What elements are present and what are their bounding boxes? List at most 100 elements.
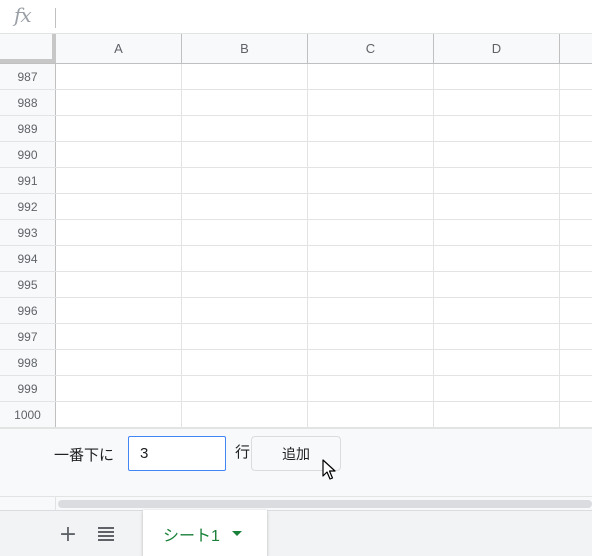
grid-cell[interactable] [560,142,592,167]
grid-cell[interactable] [308,220,434,245]
grid-cell[interactable] [182,402,308,427]
grid-cell[interactable] [182,272,308,297]
grid-cell[interactable] [308,168,434,193]
grid-cell[interactable] [182,142,308,167]
grid-cell[interactable] [308,350,434,375]
grid-cell[interactable] [308,64,434,89]
grid-cell[interactable] [308,298,434,323]
grid-cell[interactable] [434,168,560,193]
grid-cell[interactable] [560,402,592,427]
caret-down-icon[interactable] [231,531,242,536]
formula-input[interactable] [62,6,582,28]
grid-cell[interactable] [56,116,182,141]
column-header-b[interactable]: B [182,34,308,63]
list-icon[interactable] [96,524,116,544]
grid-cell[interactable] [434,402,560,427]
grid-cell[interactable] [560,90,592,115]
grid-cell[interactable] [560,116,592,141]
row-header[interactable]: 995 [0,272,56,297]
row-header[interactable]: 998 [0,350,56,375]
grid-cell[interactable] [56,402,182,427]
grid-cell[interactable] [182,64,308,89]
grid-cell[interactable] [434,116,560,141]
row-header[interactable]: 999 [0,376,56,401]
grid-cell[interactable] [560,298,592,323]
grid-cell[interactable] [182,246,308,271]
grid-cell[interactable] [560,350,592,375]
grid-cell[interactable] [182,194,308,219]
grid-cell[interactable] [308,142,434,167]
grid-cell[interactable] [560,220,592,245]
grid-cell[interactable] [56,64,182,89]
grid-cell[interactable] [434,246,560,271]
grid-cell[interactable] [56,246,182,271]
grid-cell[interactable] [182,116,308,141]
grid-cell[interactable] [56,376,182,401]
grid-cell[interactable] [182,168,308,193]
grid-cell[interactable] [56,324,182,349]
row-header[interactable]: 992 [0,194,56,219]
grid-cell[interactable] [56,220,182,245]
sheet-tab-active[interactable]: シート1 [143,510,267,556]
grid-cell[interactable] [434,376,560,401]
grid-cell[interactable] [56,168,182,193]
grid-cell[interactable] [434,220,560,245]
row-header[interactable]: 990 [0,142,56,167]
grid-cell[interactable] [434,142,560,167]
scrollbar-thumb[interactable] [58,500,592,508]
grid-cell[interactable] [560,246,592,271]
grid-cell[interactable] [56,142,182,167]
grid-cell[interactable] [182,220,308,245]
row-count-input[interactable] [128,436,226,471]
select-all-corner[interactable] [0,34,56,63]
grid-cell[interactable] [434,298,560,323]
grid-cell[interactable] [56,298,182,323]
grid-cell[interactable] [308,116,434,141]
row-header[interactable]: 993 [0,220,56,245]
grid-cell[interactable] [560,168,592,193]
grid-cell[interactable] [434,350,560,375]
grid-cell[interactable] [560,272,592,297]
grid-cell[interactable] [56,194,182,219]
grid-cell[interactable] [308,272,434,297]
grid-cell[interactable] [182,350,308,375]
grid-cell[interactable] [308,324,434,349]
row-header[interactable]: 996 [0,298,56,323]
column-header-e-partial[interactable] [560,34,592,63]
grid-cell[interactable] [560,64,592,89]
grid-cell[interactable] [56,350,182,375]
grid-cell[interactable] [434,64,560,89]
row-header[interactable]: 987 [0,64,56,89]
grid-cell[interactable] [434,90,560,115]
column-header-a[interactable]: A [56,34,182,63]
row-header[interactable]: 991 [0,168,56,193]
grid-cell[interactable] [560,194,592,219]
grid-cell[interactable] [434,272,560,297]
spreadsheet-grid: 987 988 989 990 991 992 993 994 995 996 997 998 999 1… [0,64,592,428]
grid-cell[interactable] [182,90,308,115]
grid-cell[interactable] [56,272,182,297]
grid-cell[interactable] [434,194,560,219]
grid-cell[interactable] [56,90,182,115]
grid-cell[interactable] [308,376,434,401]
grid-cell[interactable] [560,376,592,401]
grid-cell[interactable] [308,194,434,219]
plus-icon[interactable]: + [56,522,80,547]
table-row: 991 [0,168,592,194]
grid-cell[interactable] [308,246,434,271]
row-header[interactable]: 994 [0,246,56,271]
grid-cell[interactable] [182,376,308,401]
row-header[interactable]: 1000 [0,402,56,427]
grid-cell[interactable] [560,324,592,349]
column-header-c[interactable]: C [308,34,434,63]
grid-cell[interactable] [182,324,308,349]
grid-cell[interactable] [308,402,434,427]
row-header[interactable]: 988 [0,90,56,115]
grid-cell[interactable] [182,298,308,323]
horizontal-scrollbar[interactable] [0,496,592,510]
row-header[interactable]: 989 [0,116,56,141]
grid-cell[interactable] [434,324,560,349]
column-header-d[interactable]: D [434,34,560,63]
grid-cell[interactable] [308,90,434,115]
row-header[interactable]: 997 [0,324,56,349]
